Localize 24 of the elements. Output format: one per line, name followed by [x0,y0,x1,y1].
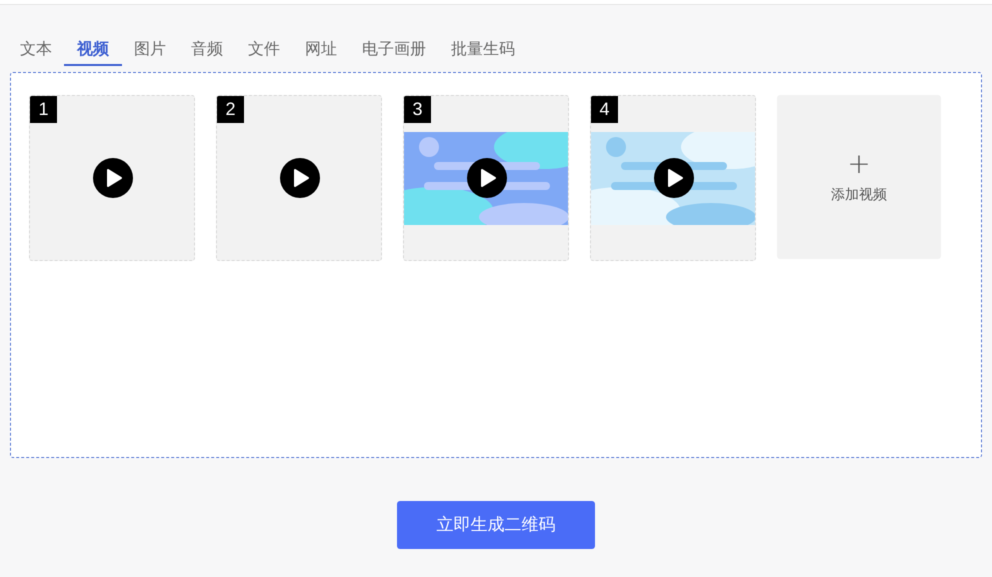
generate-button[interactable]: 立即生成二维码 [397,501,595,549]
plus-icon: + [847,150,871,178]
add-video-label: 添加视频 [831,184,887,204]
tab[interactable]: 文件 [248,36,280,66]
tab[interactable]: 批量生码 [451,36,515,66]
play-icon[interactable] [467,158,507,198]
video-card[interactable]: 3 [403,95,569,261]
tab[interactable]: 图片 [134,36,166,66]
play-icon[interactable] [93,158,133,198]
tab[interactable]: 文本 [20,36,52,66]
add-video-card[interactable]: + 添加视频 [777,95,941,259]
tab[interactable]: 电子画册 [362,36,426,66]
number-badge: 2 [217,96,244,123]
play-icon[interactable] [280,158,320,198]
number-badge: 1 [30,96,57,123]
tab[interactable]: 音频 [191,36,223,66]
play-icon[interactable] [654,158,694,198]
number-badge: 4 [591,96,618,123]
tab[interactable]: 视频 [64,36,122,66]
video-card[interactable]: 1 [29,95,195,261]
tab[interactable]: 网址 [305,36,337,66]
video-card[interactable]: 2 [216,95,382,261]
number-badge: 3 [404,96,431,123]
video-card[interactable]: 4 [590,95,756,261]
